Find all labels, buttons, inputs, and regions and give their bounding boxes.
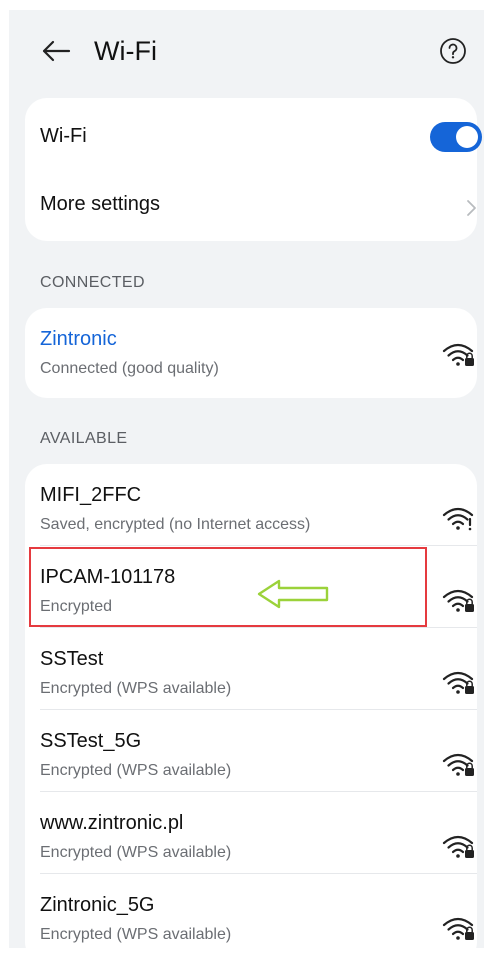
back-button[interactable] [39, 34, 73, 68]
arrow-left-icon [42, 40, 71, 62]
help-circle-icon[interactable] [439, 37, 467, 65]
network-status: Saved, encrypted (no Internet access) [40, 516, 311, 533]
wifi-locked-icon [442, 835, 474, 858]
network-row[interactable]: Zintronic_5G Encrypted (WPS available) [25, 874, 477, 948]
network-name: Zintronic [40, 328, 117, 350]
header: Wi-Fi [9, 10, 484, 90]
wifi-no-internet-icon [442, 507, 474, 531]
page-title: Wi-Fi [94, 36, 157, 66]
wifi-settings-screen: Wi-Fi Wi-Fi More settings CONNECTED Zint… [9, 10, 484, 948]
connected-card: Zintronic Connected (good quality) [25, 308, 477, 398]
network-name: SSTest_5G [40, 730, 142, 752]
network-status: Encrypted (WPS available) [40, 680, 232, 697]
more-settings-row[interactable]: More settings [25, 174, 477, 241]
wifi-toggle-switch[interactable] [430, 122, 482, 152]
network-name: Zintronic_5G [40, 894, 155, 916]
network-status: Encrypted (WPS available) [40, 844, 232, 861]
annotation-highlight-box [29, 547, 427, 627]
wifi-locked-icon [442, 589, 474, 612]
network-name: www.zintronic.pl [40, 812, 184, 834]
network-row[interactable]: www.zintronic.pl Encrypted (WPS availabl… [25, 792, 477, 874]
connected-network-row[interactable]: Zintronic Connected (good quality) [25, 308, 477, 398]
wifi-locked-icon [442, 343, 474, 366]
toggle-knob [456, 126, 478, 148]
network-name: SSTest [40, 648, 104, 670]
wifi-toggle-label: Wi-Fi [40, 125, 87, 147]
network-row[interactable]: SSTest Encrypted (WPS available) [25, 628, 477, 710]
wifi-locked-icon [442, 753, 474, 776]
available-section-label: AVAILABLE [40, 430, 128, 447]
network-status: Encrypted (WPS available) [40, 762, 232, 779]
more-settings-label: More settings [40, 193, 161, 215]
available-card: MIFI_2FFC Saved, encrypted (no Internet … [25, 464, 477, 948]
network-row[interactable]: SSTest_5G Encrypted (WPS available) [25, 710, 477, 792]
wifi-settings-card: Wi-Fi More settings [25, 98, 482, 241]
network-name: MIFI_2FFC [40, 484, 142, 506]
network-row[interactable]: MIFI_2FFC Saved, encrypted (no Internet … [25, 464, 477, 546]
network-status: Connected (good quality) [40, 360, 219, 377]
arrow-left-annotation-icon [257, 579, 329, 609]
network-status: Encrypted (WPS available) [40, 926, 232, 943]
connected-section-label: CONNECTED [40, 274, 145, 291]
chevron-right-icon [467, 200, 476, 216]
wifi-locked-icon [442, 671, 474, 694]
wifi-toggle-row[interactable]: Wi-Fi [25, 98, 482, 174]
wifi-locked-icon [442, 917, 474, 940]
